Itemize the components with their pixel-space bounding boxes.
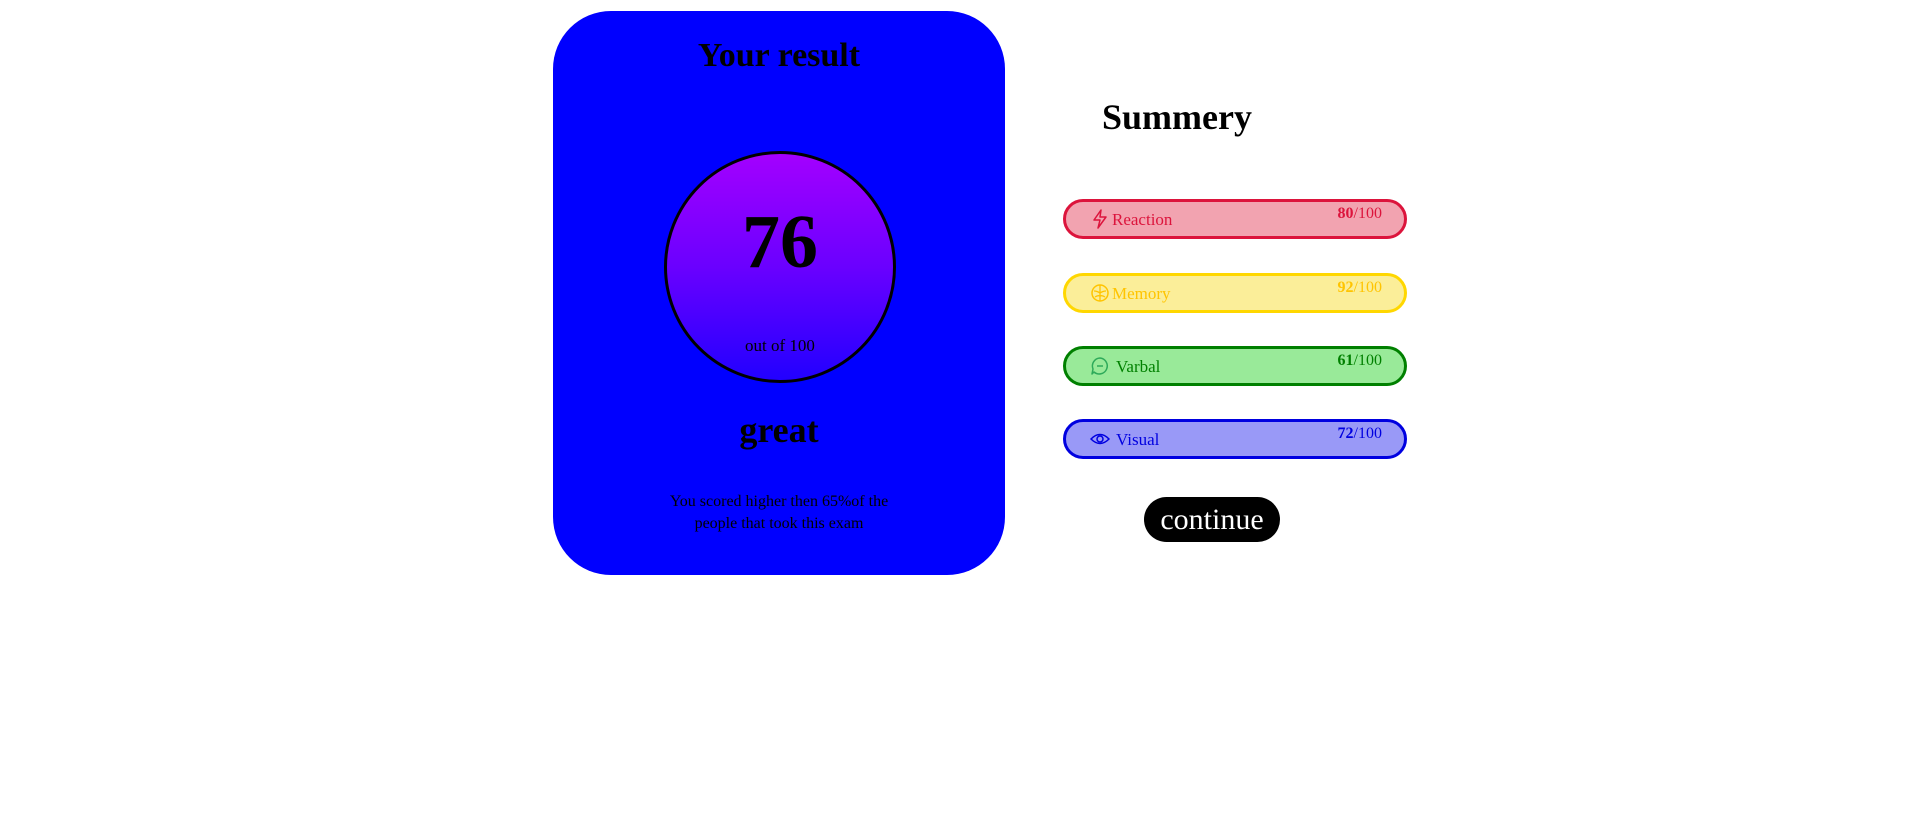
chat-bubble-icon	[1091, 357, 1108, 375]
result-title: Your result	[697, 37, 861, 74]
summary-item-label: Memory	[1112, 284, 1171, 303]
summary-item-verbal: Varbal 61/100	[1063, 346, 1407, 386]
grade-label: great	[739, 410, 819, 450]
eye-icon	[1090, 433, 1110, 445]
brain-icon	[1091, 284, 1109, 302]
summary-item-label: Visual	[1116, 430, 1160, 449]
score-circle: 76 out of 100	[664, 151, 896, 383]
result-description: You scored higher then 65%of the people …	[669, 493, 889, 532]
continue-button[interactable]: continue	[1144, 497, 1280, 542]
lightning-icon	[1093, 209, 1107, 229]
summary-item-visual: Visual 72/100	[1063, 419, 1407, 459]
result-card: Your result 76 out of 100 great You scor…	[553, 11, 1005, 575]
page: Your result 76 out of 100 great You scor…	[0, 0, 1907, 820]
summary-item-score: 61/100	[1337, 352, 1382, 369]
summary-item-score: 72/100	[1337, 425, 1382, 442]
summary-item-memory: Memory 92/100	[1063, 273, 1407, 313]
score-value: 76	[742, 200, 818, 284]
summary-item-reaction: Reaction 80/100	[1063, 199, 1407, 239]
score-subtitle: out of 100	[745, 336, 815, 355]
summary-item-score: 92/100	[1337, 279, 1382, 296]
summary-title: Summery	[1102, 97, 1252, 137]
summary-item-label: Reaction	[1112, 210, 1173, 229]
summary-item-score: 80/100	[1337, 205, 1382, 222]
summary-item-label: Varbal	[1116, 357, 1161, 376]
